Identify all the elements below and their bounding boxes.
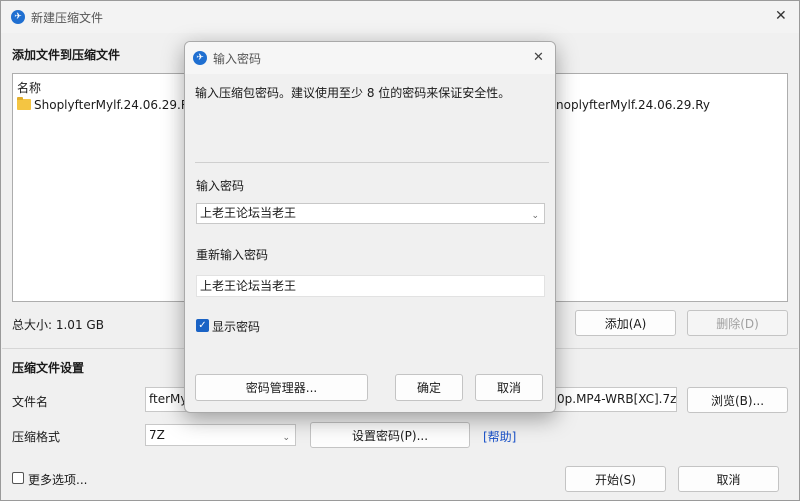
password-label: 输入密码 [196, 179, 245, 193]
total-size: 总大小: 1.01 GB [12, 318, 104, 332]
dialog-divider [195, 162, 549, 163]
main-cancel-button[interactable]: 取消 [678, 466, 779, 492]
show-password-label[interactable]: 显示密码 [212, 318, 260, 335]
column-header-name[interactable]: 名称 [17, 79, 41, 96]
dialog-cancel-button[interactable]: 取消 [475, 374, 543, 401]
more-options-checkbox[interactable] [12, 472, 24, 484]
list-item-label: ShoplyfterMylf.24.06.29.Ry [34, 98, 196, 112]
password-input[interactable]: 上老王论坛当老王 ⌄ [196, 203, 545, 224]
main-titlebar: ✈ 新建压缩文件 ✕ [1, 1, 799, 33]
add-files-heading: 添加文件到压缩文件 [12, 48, 121, 62]
app-logo-icon: ✈ [11, 10, 25, 24]
dialog-title: 输入密码 [213, 52, 262, 66]
password-dialog: ✈ 输入密码 ✕ 输入压缩包密码。建议使用至少 8 位的密码来保证安全性。 输入… [184, 41, 556, 413]
filename-label: 文件名 [12, 395, 49, 409]
filename-value-left: fterMy [149, 392, 188, 406]
confirm-password-input[interactable]: 上老王论坛当老王 [196, 275, 545, 297]
dialog-app-icon: ✈ [193, 51, 207, 65]
dialog-titlebar: ✈ 输入密码 ✕ [185, 42, 555, 74]
dialog-description: 输入压缩包密码。建议使用至少 8 位的密码来保证安全性。 [195, 86, 511, 100]
password-history-chevron-icon[interactable]: ⌄ [531, 207, 539, 226]
ok-button[interactable]: 确定 [395, 374, 463, 401]
filename-value-right: 0p.MP4-WRB[XC].7z [557, 392, 677, 406]
confirm-password-label: 重新输入密码 [196, 248, 269, 262]
format-label: 压缩格式 [12, 430, 61, 444]
browse-button[interactable]: 浏览(B)... [687, 387, 788, 413]
start-button[interactable]: 开始(S) [565, 466, 666, 492]
dialog-close-icon[interactable]: ✕ [533, 50, 544, 65]
close-icon[interactable]: ✕ [775, 8, 787, 24]
chevron-down-icon: ⌄ [282, 433, 290, 443]
folder-icon [17, 97, 31, 110]
archive-settings-heading: 压缩文件设置 [12, 361, 85, 375]
password-value: 上老王论坛当老王 [200, 206, 297, 220]
window-title: 新建压缩文件 [31, 11, 104, 25]
help-link[interactable]: [帮助] [483, 428, 516, 445]
list-item-overflow: noplyfterMylf.24.06.29.Ry [556, 98, 711, 112]
set-password-button[interactable]: 设置密码(P)... [310, 422, 470, 448]
format-value: 7Z [149, 428, 165, 442]
password-manager-button[interactable]: 密码管理器... [195, 374, 368, 401]
more-options-label[interactable]: 更多选项... [28, 471, 87, 488]
list-item[interactable]: ShoplyfterMylf.24.06.29.Ry [17, 97, 196, 112]
format-select[interactable]: 7Z ⌄ [145, 424, 296, 446]
show-password-checkbox[interactable]: ✓ [196, 319, 209, 332]
add-button[interactable]: 添加(A) [575, 310, 676, 336]
delete-button[interactable]: 删除(D) [687, 310, 788, 336]
confirm-password-value: 上老王论坛当老王 [200, 279, 297, 293]
